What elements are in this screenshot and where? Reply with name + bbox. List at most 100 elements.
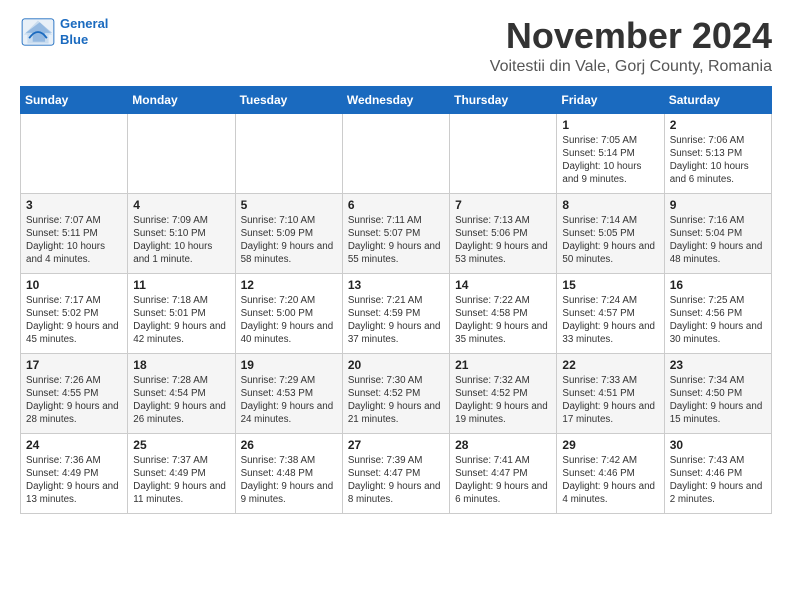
day-number: 21 — [455, 358, 551, 372]
calendar-day-9: 9Sunrise: 7:16 AMSunset: 5:04 PMDaylight… — [664, 193, 771, 273]
day-number: 18 — [133, 358, 229, 372]
calendar-day-7: 7 Sunrise: 7:13 AMSunset: 5:06 PMDaylight… — [450, 193, 557, 273]
logo-line2: Blue — [60, 32, 88, 47]
header: General Blue November 2024 Voitestii din… — [20, 16, 772, 76]
day-number: 17 — [26, 358, 122, 372]
calendar-week-row: 1 Sunrise: 7:05 AMSunset: 5:14 PMDaylight… — [21, 113, 772, 193]
day-number: 3 — [26, 198, 122, 212]
calendar-day-23: 23 Sunrise: 7:34 AMSunset: 4:50 PMDayligh… — [664, 353, 771, 433]
day-info: Sunrise: 7:30 AMSunset: 4:52 PMDaylight:… — [348, 374, 444, 427]
calendar-day-29: 29Sunrise: 7:42 AMSunset: 4:46 PMDayligh… — [557, 433, 664, 513]
day-info: Sunrise: 7:34 AMSunset: 4:50 PMDaylight:… — [670, 374, 766, 427]
calendar-day-1: 1 Sunrise: 7:05 AMSunset: 5:14 PMDaylight… — [557, 113, 664, 193]
day-info: Sunrise: 7:05 AMSunset: 5:14 PMDaylight:… — [562, 134, 658, 187]
weekday-header-saturday: Saturday — [664, 86, 771, 113]
day-info: Sunrise: 7:18 AMSunset: 5:01 PMDaylight:… — [133, 294, 229, 347]
day-info: Sunrise: 7:22 AMSunset: 4:58 PMDaylight:… — [455, 294, 551, 347]
location-title: Voitestii din Vale, Gorj County, Romania — [490, 58, 772, 76]
calendar-day-10: 10 Sunrise: 7:17 AMSunset: 5:02 PMDayligh… — [21, 273, 128, 353]
day-info: Sunrise: 7:14 AMSunset: 5:05 PMDaylight:… — [562, 214, 658, 267]
day-number: 24 — [26, 438, 122, 452]
weekday-header-wednesday: Wednesday — [342, 86, 449, 113]
calendar-day-8: 8 Sunrise: 7:14 AMSunset: 5:05 PMDaylight… — [557, 193, 664, 273]
day-info: Sunrise: 7:10 AMSunset: 5:09 PMDaylight:… — [241, 214, 337, 267]
day-number: 19 — [241, 358, 337, 372]
calendar-day-22: 22 Sunrise: 7:33 AMSunset: 4:51 PMDayligh… — [557, 353, 664, 433]
day-info: Sunrise: 7:38 AMSunset: 4:48 PMDaylight:… — [241, 454, 337, 507]
day-info: Sunrise: 7:33 AMSunset: 4:51 PMDaylight:… — [562, 374, 658, 427]
calendar-day-21: 21Sunrise: 7:32 AMSunset: 4:52 PMDayligh… — [450, 353, 557, 433]
calendar-week-row: 10 Sunrise: 7:17 AMSunset: 5:02 PMDayligh… — [21, 273, 772, 353]
calendar-day-5: 5 Sunrise: 7:10 AMSunset: 5:09 PMDaylight… — [235, 193, 342, 273]
calendar-empty-cell — [450, 113, 557, 193]
calendar-day-12: 12Sunrise: 7:20 AMSunset: 5:00 PMDayligh… — [235, 273, 342, 353]
calendar-day-3: 3 Sunrise: 7:07 AMSunset: 5:11 PMDaylight… — [21, 193, 128, 273]
calendar-day-13: 13 Sunrise: 7:21 AMSunset: 4:59 PMDayligh… — [342, 273, 449, 353]
day-number: 13 — [348, 278, 444, 292]
day-number: 6 — [348, 198, 444, 212]
day-number: 14 — [455, 278, 551, 292]
calendar-day-4: 4 Sunrise: 7:09 AMSunset: 5:10 PMDaylight… — [128, 193, 235, 273]
day-number: 7 — [455, 198, 551, 212]
calendar-day-14: 14 Sunrise: 7:22 AMSunset: 4:58 PMDayligh… — [450, 273, 557, 353]
day-number: 10 — [26, 278, 122, 292]
calendar-day-26: 26Sunrise: 7:38 AMSunset: 4:48 PMDayligh… — [235, 433, 342, 513]
day-info: Sunrise: 7:42 AMSunset: 4:46 PMDaylight:… — [562, 454, 658, 507]
day-number: 4 — [133, 198, 229, 212]
day-number: 23 — [670, 358, 766, 372]
calendar-week-row: 24 Sunrise: 7:36 AMSunset: 4:49 PMDayligh… — [21, 433, 772, 513]
calendar-day-28: 28 Sunrise: 7:41 AMSunset: 4:47 PMDayligh… — [450, 433, 557, 513]
day-number: 5 — [241, 198, 337, 212]
calendar-day-25: 25Sunrise: 7:37 AMSunset: 4:49 PMDayligh… — [128, 433, 235, 513]
day-number: 11 — [133, 278, 229, 292]
weekday-header-row: SundayMondayTuesdayWednesdayThursdayFrid… — [21, 86, 772, 113]
day-info: Sunrise: 7:37 AMSunset: 4:49 PMDaylight:… — [133, 454, 229, 507]
calendar-day-15: 15 Sunrise: 7:24 AMSunset: 4:57 PMDayligh… — [557, 273, 664, 353]
day-info: Sunrise: 7:06 AMSunset: 5:13 PMDaylight:… — [670, 134, 766, 187]
calendar-day-17: 17 Sunrise: 7:26 AMSunset: 4:55 PMDayligh… — [21, 353, 128, 433]
day-number: 12 — [241, 278, 337, 292]
calendar-day-20: 20Sunrise: 7:30 AMSunset: 4:52 PMDayligh… — [342, 353, 449, 433]
day-number: 2 — [670, 118, 766, 132]
weekday-header-friday: Friday — [557, 86, 664, 113]
day-info: Sunrise: 7:36 AMSunset: 4:49 PMDaylight:… — [26, 454, 122, 507]
calendar-week-row: 17 Sunrise: 7:26 AMSunset: 4:55 PMDayligh… — [21, 353, 772, 433]
calendar-header: SundayMondayTuesdayWednesdayThursdayFrid… — [21, 86, 772, 113]
day-info: Sunrise: 7:24 AMSunset: 4:57 PMDaylight:… — [562, 294, 658, 347]
weekday-header-tuesday: Tuesday — [235, 86, 342, 113]
calendar-day-27: 27Sunrise: 7:39 AMSunset: 4:47 PMDayligh… — [342, 433, 449, 513]
logo-line1: General — [60, 16, 108, 31]
day-info: Sunrise: 7:09 AMSunset: 5:10 PMDaylight:… — [133, 214, 229, 267]
title-section: November 2024 Voitestii din Vale, Gorj C… — [490, 16, 772, 76]
calendar-day-18: 18Sunrise: 7:28 AMSunset: 4:54 PMDayligh… — [128, 353, 235, 433]
day-number: 16 — [670, 278, 766, 292]
logo-icon — [20, 17, 56, 47]
month-title: November 2024 — [490, 16, 772, 56]
day-number: 28 — [455, 438, 551, 452]
calendar-body: 1 Sunrise: 7:05 AMSunset: 5:14 PMDaylight… — [21, 113, 772, 513]
calendar-day-30: 30Sunrise: 7:43 AMSunset: 4:46 PMDayligh… — [664, 433, 771, 513]
day-number: 8 — [562, 198, 658, 212]
day-info: Sunrise: 7:41 AMSunset: 4:47 PMDaylight:… — [455, 454, 551, 507]
logo: General Blue — [20, 16, 108, 47]
day-info: Sunrise: 7:13 AMSunset: 5:06 PMDaylight:… — [455, 214, 551, 267]
day-info: Sunrise: 7:11 AMSunset: 5:07 PMDaylight:… — [348, 214, 444, 267]
day-number: 15 — [562, 278, 658, 292]
day-info: Sunrise: 7:26 AMSunset: 4:55 PMDaylight:… — [26, 374, 122, 427]
day-info: Sunrise: 7:29 AMSunset: 4:53 PMDaylight:… — [241, 374, 337, 427]
day-info: Sunrise: 7:07 AMSunset: 5:11 PMDaylight:… — [26, 214, 122, 267]
day-number: 30 — [670, 438, 766, 452]
day-number: 1 — [562, 118, 658, 132]
calendar-empty-cell — [342, 113, 449, 193]
day-info: Sunrise: 7:21 AMSunset: 4:59 PMDaylight:… — [348, 294, 444, 347]
day-info: Sunrise: 7:17 AMSunset: 5:02 PMDaylight:… — [26, 294, 122, 347]
weekday-header-sunday: Sunday — [21, 86, 128, 113]
day-info: Sunrise: 7:25 AMSunset: 4:56 PMDaylight:… — [670, 294, 766, 347]
calendar-table: SundayMondayTuesdayWednesdayThursdayFrid… — [20, 86, 772, 514]
weekday-header-monday: Monday — [128, 86, 235, 113]
calendar-day-24: 24 Sunrise: 7:36 AMSunset: 4:49 PMDayligh… — [21, 433, 128, 513]
calendar-empty-cell — [128, 113, 235, 193]
day-number: 22 — [562, 358, 658, 372]
day-info: Sunrise: 7:16 AMSunset: 5:04 PMDaylight:… — [670, 214, 766, 267]
calendar-week-row: 3 Sunrise: 7:07 AMSunset: 5:11 PMDaylight… — [21, 193, 772, 273]
